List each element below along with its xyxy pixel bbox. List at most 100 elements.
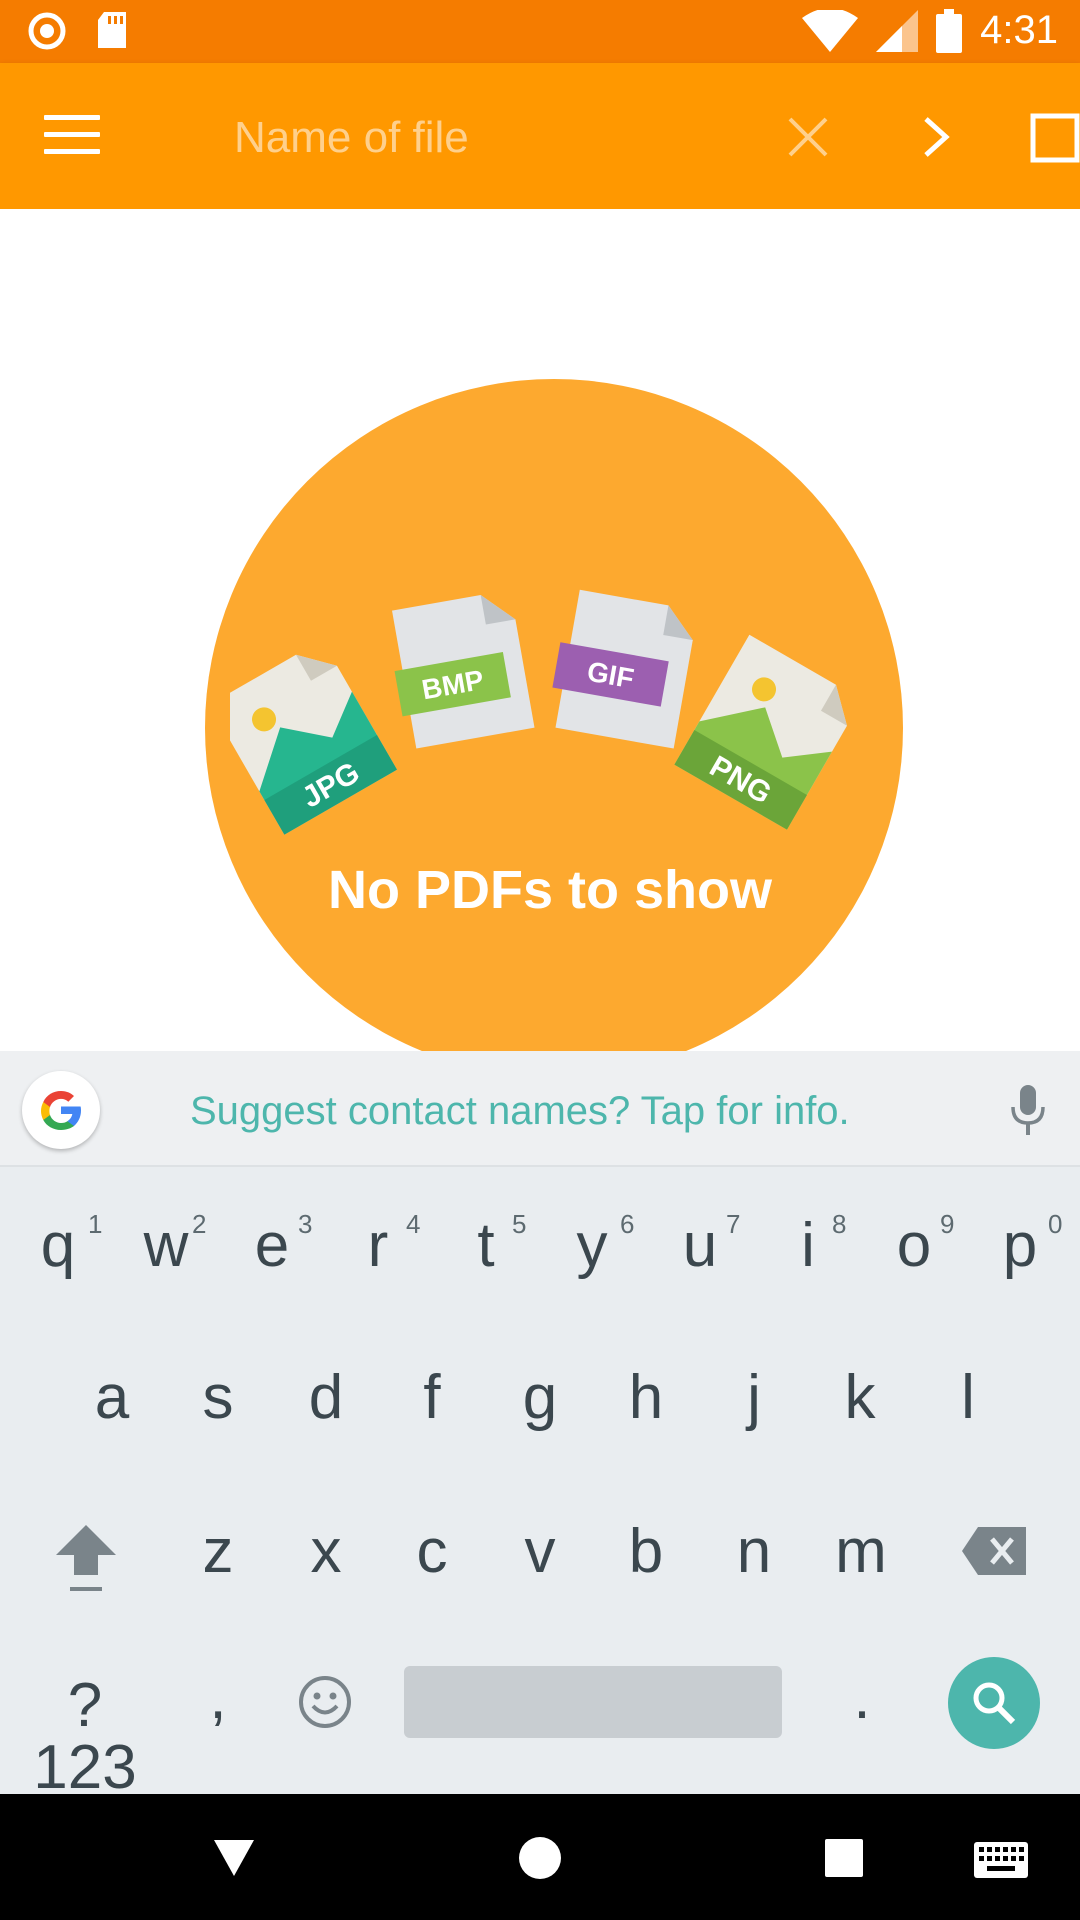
key-k[interactable]: k xyxy=(832,1367,888,1429)
key-w[interactable]: 2 w xyxy=(136,1209,207,1280)
key-char: a xyxy=(94,1363,130,1432)
square-icon[interactable] xyxy=(1030,113,1080,163)
key-comma[interactable]: , xyxy=(190,1667,246,1729)
file-types-illustration: JPG BMP GIF PNG xyxy=(230,589,847,835)
file-name-search-input[interactable] xyxy=(232,103,752,173)
key-hint: 4 xyxy=(406,1209,421,1239)
key-char: c xyxy=(416,1517,448,1586)
key-period[interactable]: . xyxy=(834,1667,890,1729)
png-file-icon: PNG xyxy=(674,634,847,830)
key-char: v xyxy=(524,1517,556,1586)
key-char: w xyxy=(143,1211,189,1280)
keyboard-search-button[interactable] xyxy=(948,1657,1040,1749)
key-char: u xyxy=(682,1211,718,1280)
recents-icon[interactable] xyxy=(824,1838,864,1878)
keyboard-suggestion-strip: Suggest contact names? Tap for info. xyxy=(0,1051,1080,1167)
key-hint: 8 xyxy=(832,1209,847,1239)
emoji-icon[interactable] xyxy=(298,1675,352,1729)
status-time: 4:31 xyxy=(980,8,1058,52)
key-p[interactable]: 0 p xyxy=(992,1209,1063,1280)
key-char: l xyxy=(961,1363,975,1432)
home-icon[interactable] xyxy=(518,1836,562,1880)
key-hint: 7 xyxy=(726,1209,741,1239)
key-char: ?123 xyxy=(33,1671,137,1802)
key-d[interactable]: d xyxy=(298,1367,354,1429)
key-j[interactable]: j xyxy=(726,1367,782,1429)
key-n[interactable]: n xyxy=(726,1521,782,1583)
key-char: r xyxy=(367,1211,389,1280)
status-bar: 4:31 xyxy=(0,0,1080,63)
key-hint: 3 xyxy=(298,1209,313,1239)
battery-icon xyxy=(936,8,963,53)
key-c[interactable]: c xyxy=(404,1521,460,1583)
main-content: JPG BMP GIF PNG No PDFs to show xyxy=(0,209,1080,1051)
key-a[interactable]: a xyxy=(84,1367,140,1429)
key-hint: 5 xyxy=(512,1209,527,1239)
key-char: t xyxy=(477,1211,495,1280)
key-b[interactable]: b xyxy=(618,1521,674,1583)
keyboard-switch-icon[interactable] xyxy=(974,1842,1028,1878)
key-char: k xyxy=(844,1363,876,1432)
key-char: q xyxy=(40,1211,76,1280)
key-s[interactable]: s xyxy=(190,1367,246,1429)
key-t[interactable]: 5 t xyxy=(458,1209,526,1280)
toolbar xyxy=(0,63,1080,209)
key-char: y xyxy=(576,1211,608,1280)
key-char: b xyxy=(628,1517,664,1586)
wifi-icon xyxy=(802,9,859,52)
key-u[interactable]: 7 u xyxy=(672,1209,741,1280)
key-f[interactable]: f xyxy=(404,1367,460,1429)
key-hint: 2 xyxy=(192,1209,207,1239)
key-g[interactable]: g xyxy=(512,1367,568,1429)
key-h[interactable]: h xyxy=(618,1367,674,1429)
bmp-file-icon: BMP xyxy=(392,595,535,749)
sd-card-icon xyxy=(98,12,126,48)
key-x[interactable]: x xyxy=(298,1521,354,1583)
key-char: e xyxy=(254,1211,290,1280)
key-e[interactable]: 3 e xyxy=(244,1209,313,1280)
key-l[interactable]: l xyxy=(940,1367,996,1429)
navigation-bar xyxy=(0,1794,1080,1920)
space-bar[interactable] xyxy=(404,1666,782,1738)
gif-file-icon: GIF xyxy=(552,589,693,749)
key-hint: 0 xyxy=(1048,1209,1063,1239)
key-char: z xyxy=(202,1517,234,1586)
backspace-icon[interactable] xyxy=(962,1527,1028,1575)
back-icon[interactable] xyxy=(212,1838,256,1878)
key-char: h xyxy=(628,1363,664,1432)
key-y[interactable]: 6 y xyxy=(564,1209,635,1280)
key-hint: 6 xyxy=(620,1209,635,1239)
empty-state-message: No PDFs to show xyxy=(328,860,772,920)
key-char: o xyxy=(896,1211,932,1280)
key-q[interactable]: 1 q xyxy=(30,1209,103,1280)
symbols-key[interactable]: ?123 xyxy=(30,1675,140,1799)
clear-icon[interactable] xyxy=(786,115,830,159)
key-z[interactable]: z xyxy=(190,1521,246,1583)
suggestion-text[interactable]: Suggest contact names? Tap for info. xyxy=(190,1089,850,1134)
key-i[interactable]: 8 i xyxy=(780,1209,846,1277)
key-char: s xyxy=(202,1363,234,1432)
key-char: n xyxy=(736,1517,772,1586)
status-left-icons xyxy=(28,12,128,50)
keyboard: 1 q 2 w 3 e 4 r 5 t 6 y 7 u 8 i 9 o 0 p … xyxy=(0,1167,1080,1799)
key-char: g xyxy=(522,1363,558,1432)
key-v[interactable]: v xyxy=(512,1521,568,1583)
key-o[interactable]: 9 o xyxy=(886,1209,955,1280)
chevron-right-icon[interactable] xyxy=(914,113,958,161)
microphone-icon[interactable] xyxy=(1010,1085,1046,1137)
menu-icon[interactable] xyxy=(44,115,100,155)
jpg-file-icon: JPG xyxy=(230,654,397,835)
record-icon xyxy=(28,12,66,50)
google-g-icon[interactable] xyxy=(22,1071,100,1149)
key-hint: 9 xyxy=(940,1209,955,1239)
key-m[interactable]: m xyxy=(826,1521,896,1583)
status-right-icons: 4:31 xyxy=(802,8,1058,53)
key-char: x xyxy=(310,1517,342,1586)
key-char: j xyxy=(747,1363,761,1432)
signal-icon xyxy=(876,9,919,52)
key-r[interactable]: 4 r xyxy=(350,1209,421,1280)
shift-icon[interactable] xyxy=(54,1523,118,1595)
key-char: p xyxy=(1002,1211,1038,1280)
search-icon xyxy=(973,1682,1016,1725)
key-char: d xyxy=(308,1363,344,1432)
